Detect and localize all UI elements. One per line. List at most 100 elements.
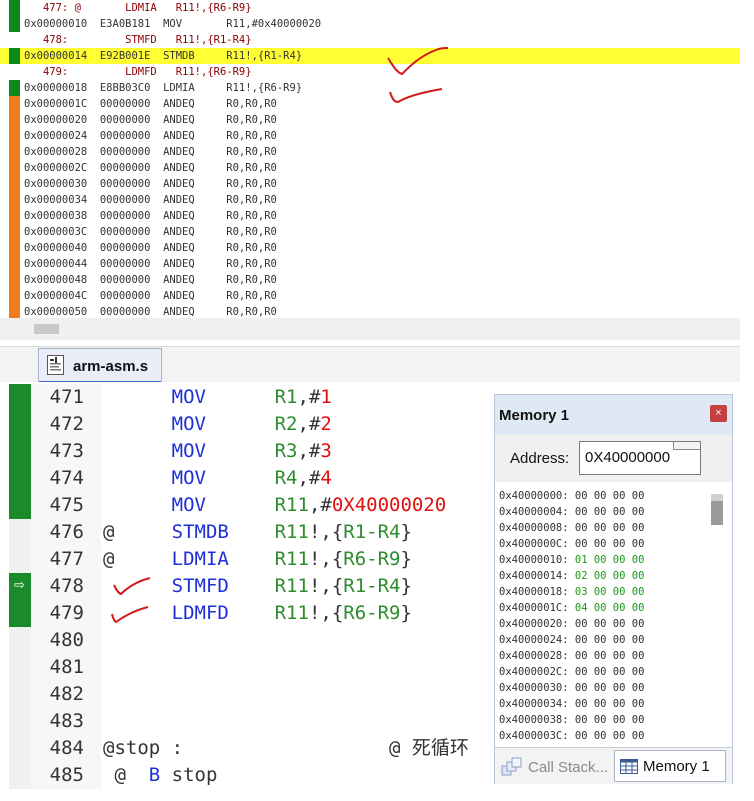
code-token: @ 死循环 <box>183 737 469 759</box>
memory-bytes: 00 00 00 00 <box>574 538 645 550</box>
disassembly-line[interactable]: 0x00000030 00000000 ANDEQ R0,R0,R0 <box>0 176 754 192</box>
memory-row[interactable]: 0x4000003C: 00 00 00 00 <box>499 728 704 744</box>
tab-label: Memory 1 <box>643 758 710 775</box>
execution-gutter[interactable] <box>9 627 31 654</box>
execution-gutter[interactable] <box>9 492 31 519</box>
memory-address: 0x40000000: <box>499 490 569 502</box>
disassembly-line[interactable]: 0x00000040 00000000 ANDEQ R0,R0,R0 <box>0 240 754 256</box>
disassembly-line[interactable]: 0x00000010 E3A0B181 MOV R11,#0x40000020 <box>0 16 754 32</box>
coverage-marker <box>9 256 20 272</box>
disassembly-line[interactable]: 0x0000004C 00000000 ANDEQ R0,R0,R0 <box>0 288 754 304</box>
execution-gutter[interactable]: ⇨ <box>9 573 31 600</box>
editor-tab-strip: arm-asm.s <box>0 340 754 384</box>
memory-address: 0x40000030: <box>499 682 569 694</box>
code-token: R6-R9 <box>343 548 401 570</box>
memory-row[interactable]: 0x40000010: 01 00 00 00 <box>499 552 704 568</box>
memory-address: 0x4000001C: <box>499 602 569 614</box>
tab-call-stack[interactable]: Call Stack... <box>499 754 611 782</box>
dropdown-icon[interactable] <box>673 442 700 450</box>
disassembly-text: 0x0000004C 00000000 ANDEQ R0,R0,R0 <box>24 290 277 302</box>
disassembly-line[interactable]: 0x00000044 00000000 ANDEQ R0,R0,R0 <box>0 256 754 272</box>
memory-row[interactable]: 0x40000030: 00 00 00 00 <box>499 680 704 696</box>
disassembly-line[interactable]: 0x00000018 E8BB03C0 LDMIA R11!,{R6-R9} <box>0 80 754 96</box>
memory-bytes: 00 00 00 00 <box>574 490 645 502</box>
memory-row[interactable]: 0x4000001C: 04 00 00 00 <box>499 600 704 616</box>
memory-row[interactable]: 0x40000038: 00 00 00 00 <box>499 712 704 728</box>
disassembly-line[interactable]: 479: LDMFD R11!,{R6-R9} <box>0 64 754 80</box>
memory-row[interactable]: 0x40000034: 00 00 00 00 <box>499 696 704 712</box>
execution-gutter[interactable] <box>9 465 31 492</box>
disassembly-line[interactable]: 0x0000002C 00000000 ANDEQ R0,R0,R0 <box>0 160 754 176</box>
close-button[interactable]: × <box>710 405 727 422</box>
memory-row[interactable]: 0x40000004: 00 00 00 00 <box>499 504 704 520</box>
execution-gutter[interactable] <box>9 546 31 573</box>
disassembly-current-line[interactable]: 0x00000014 E92B001E STMDB R11!,{R1-R4} <box>0 48 754 64</box>
execution-gutter[interactable] <box>9 411 31 438</box>
disassembly-line[interactable]: 0x00000038 00000000 ANDEQ R0,R0,R0 <box>0 208 754 224</box>
execution-gutter[interactable] <box>9 600 31 627</box>
execution-gutter[interactable] <box>9 384 31 411</box>
tab-arm-asm[interactable]: arm-asm.s <box>38 348 162 384</box>
memory-row[interactable]: 0x40000000: 00 00 00 00 <box>499 488 704 504</box>
disassembly-line[interactable]: 0x0000001C 00000000 ANDEQ R0,R0,R0 <box>0 96 754 112</box>
disassembly-line[interactable]: 0x00000024 00000000 ANDEQ R0,R0,R0 <box>0 128 754 144</box>
line-number: 485 <box>49 764 84 786</box>
memory-vertical-scrollbar[interactable] <box>711 494 723 525</box>
execution-gutter[interactable] <box>9 681 31 708</box>
disassembly-line[interactable]: 0x00000028 00000000 ANDEQ R0,R0,R0 <box>0 144 754 160</box>
memory-address: 0x40000014: <box>499 570 569 582</box>
disassembly-text: 0x00000024 00000000 ANDEQ R0,R0,R0 <box>24 130 277 142</box>
memory-row[interactable]: 0x40000024: 00 00 00 00 <box>499 632 704 648</box>
code-token: R2 <box>274 413 298 435</box>
line-number: 477 <box>49 548 84 570</box>
code-token: !,{ <box>308 521 344 543</box>
memory-address: 0x4000000C: <box>499 538 569 550</box>
scrollbar-thumb[interactable] <box>34 324 59 334</box>
code-text: MOV R11,#0X40000020 <box>103 492 447 519</box>
address-input[interactable]: 0X40000000 <box>579 441 701 475</box>
code-token: ,# <box>297 440 321 462</box>
memory-title-bar: Memory 1 × <box>495 395 732 434</box>
memory-row[interactable]: 0x40000020: 00 00 00 00 <box>499 616 704 632</box>
code-token: R11 <box>274 575 309 597</box>
memory-row[interactable]: 0x4000000C: 00 00 00 00 <box>499 536 704 552</box>
memory-row[interactable]: 0x4000002C: 00 00 00 00 <box>499 664 704 680</box>
execution-gutter[interactable] <box>9 762 31 789</box>
disassembly-line[interactable]: 0x00000034 00000000 ANDEQ R0,R0,R0 <box>0 192 754 208</box>
tab-label: Call Stack... <box>528 759 609 776</box>
execution-gutter[interactable] <box>9 438 31 465</box>
line-number: 476 <box>49 521 84 543</box>
code-token: MOV <box>171 494 206 516</box>
red-check-mark-annotation <box>387 47 449 76</box>
execution-gutter[interactable] <box>9 708 31 735</box>
address-label: Address: <box>510 450 570 467</box>
memory-bytes: 02 00 00 00 <box>574 570 645 582</box>
memory-row[interactable]: 0x40000008: 00 00 00 00 <box>499 520 704 536</box>
execution-gutter[interactable] <box>9 519 31 546</box>
disassembly-line[interactable]: 477: @ LDMIA R11!,{R6-R9} <box>0 0 754 16</box>
disassembly-line[interactable]: 0x00000020 00000000 ANDEQ R0,R0,R0 <box>0 112 754 128</box>
tab-memory-1[interactable]: Memory 1 <box>614 750 726 782</box>
execution-gutter[interactable] <box>9 654 31 681</box>
code-text: @ LDMIA R11!,{R6-R9} <box>103 546 412 573</box>
disassembly-line[interactable]: 478: STMFD R11!,{R1-R4} <box>0 32 754 48</box>
memory-row[interactable]: 0x40000014: 02 00 00 00 <box>499 568 704 584</box>
disassembly-line[interactable]: 0x0000003C 00000000 ANDEQ R0,R0,R0 <box>0 224 754 240</box>
coverage-marker <box>9 208 20 224</box>
red-check-mark-annotation <box>111 606 149 624</box>
memory-row[interactable]: 0x40000018: 03 00 00 00 <box>499 584 704 600</box>
disassembly-line[interactable]: 0x00000048 00000000 ANDEQ R0,R0,R0 <box>0 272 754 288</box>
coverage-marker <box>9 272 20 288</box>
coverage-marker <box>9 160 20 176</box>
disassembly-right-edge <box>740 0 754 340</box>
scrollbar-thumb[interactable] <box>711 501 723 525</box>
memory-row[interactable]: 0x40000028: 00 00 00 00 <box>499 648 704 664</box>
memory-dump: 0x40000000: 00 00 00 00 0x40000004: 00 00… <box>499 488 704 744</box>
execution-gutter[interactable] <box>9 735 31 762</box>
disassembly-horizontal-scrollbar[interactable] <box>0 318 740 340</box>
